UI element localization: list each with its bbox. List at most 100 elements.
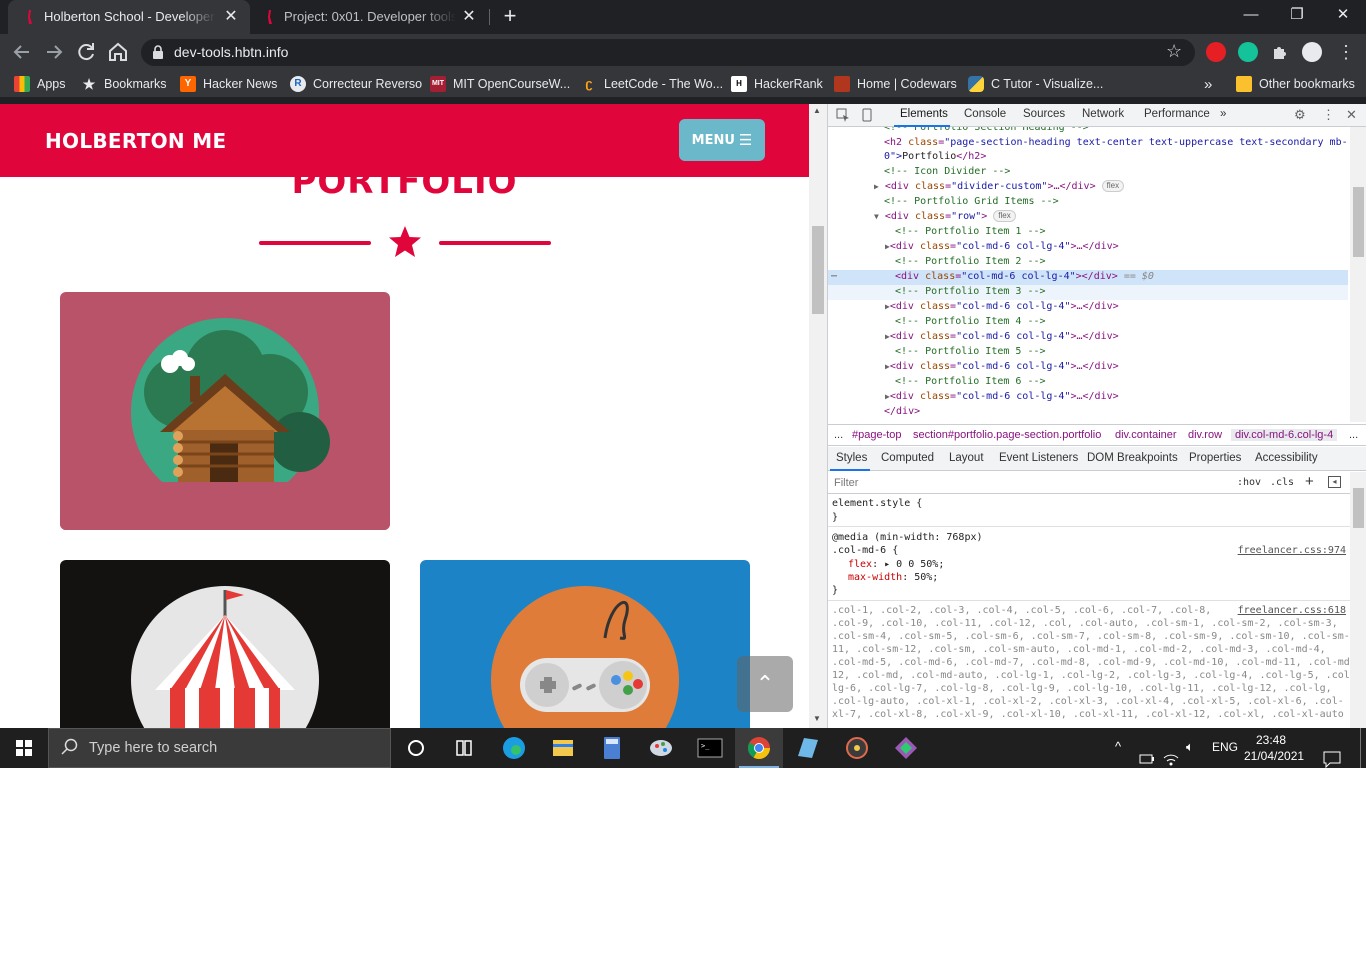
tab-console[interactable]: Console — [964, 108, 1006, 120]
device-toolbar-icon[interactable] — [860, 108, 874, 122]
profile-avatar[interactable] — [1302, 42, 1322, 62]
dom-node[interactable]: <!-- Portfolio Item 5 --> — [828, 345, 1348, 360]
stylesheet-link[interactable]: freelancer.css:974 — [1238, 544, 1346, 557]
address-bar[interactable] — [141, 39, 1195, 66]
styles-filter-input[interactable]: Filter — [834, 477, 858, 489]
portfolio-item-game-controller[interactable] — [420, 560, 750, 728]
tray-overflow-chevron-icon[interactable]: ^ — [1115, 739, 1121, 768]
toggle-sidebar-icon[interactable]: ◂ — [1328, 476, 1341, 488]
rule-selector-line[interactable]: .col-sm-4, .col-sm-5, .col-sm-6, .col-sm… — [832, 630, 1350, 643]
tab-computed[interactable]: Computed — [881, 452, 934, 464]
site-brand[interactable]: HOLBERTON ME — [45, 129, 226, 153]
inspect-element-icon[interactable] — [836, 108, 850, 122]
back-icon[interactable] — [10, 40, 34, 64]
tab-project-devtools[interactable]: Project: 0x01. Developer tools | Holbert… — [252, 0, 488, 34]
tab-sources[interactable]: Sources — [1023, 108, 1065, 120]
reload-icon[interactable] — [74, 40, 98, 64]
wifi-icon[interactable] — [1162, 739, 1180, 768]
dom-node[interactable]: ▶ <div class="divider-custom">…</div> fl… — [828, 180, 1348, 195]
hov-toggle[interactable]: :hov — [1237, 477, 1261, 488]
dom-node[interactable]: 0">Portfolio</h2> — [828, 150, 1348, 165]
collapse-triangle-icon[interactable]: ▼ — [874, 212, 879, 221]
bookmark-ctutor[interactable]: C Tutor - Visualize... — [968, 75, 1103, 93]
dom-node[interactable]: <h2 class="page-section-heading text-cen… — [828, 136, 1348, 151]
tab-event-listeners[interactable]: Event Listeners — [999, 452, 1078, 464]
git-icon[interactable] — [882, 728, 930, 768]
system-clock[interactable]: 23:48 21/04/2021 — [1244, 732, 1304, 764]
forward-icon[interactable] — [42, 40, 66, 64]
bookmark-hacker-news[interactable]: Y Hacker News — [180, 75, 277, 93]
rule-selector[interactable]: .col-md-6 { — [832, 544, 898, 557]
new-tab-button[interactable]: + — [498, 5, 522, 29]
portfolio-item-circus[interactable] — [60, 560, 390, 728]
style-property[interactable]: max-width: 50%; — [848, 571, 938, 584]
tab-close-icon[interactable]: ✕ — [460, 8, 478, 26]
bookmark-mit-ocw[interactable]: MIT MIT OpenCourseW... — [430, 75, 570, 93]
style-property[interactable]: flex: ▸ 0 0 50%; — [848, 558, 944, 571]
rule-selector-line[interactable]: .col-9, .col-10, .col-11, .col-12, .col,… — [832, 617, 1338, 630]
tab-close-icon[interactable]: ✕ — [222, 8, 240, 26]
dom-node[interactable]: ▶<div class="col-md-6 col-lg-4">…</div> — [828, 240, 1348, 255]
other-bookmarks-folder[interactable]: Other bookmarks — [1236, 75, 1355, 93]
breadcrumb-item[interactable]: div.container — [1115, 429, 1177, 441]
home-icon[interactable] — [106, 40, 130, 64]
tab-layout[interactable]: Layout — [949, 452, 984, 464]
extensions-puzzle-icon[interactable] — [1270, 42, 1290, 62]
dom-tree-scrollbar-thumb[interactable] — [1353, 187, 1364, 257]
dom-node[interactable]: ▶<div class="col-md-6 col-lg-4">…</div> — [828, 390, 1348, 405]
settings-gear-icon[interactable]: ⚙ — [1294, 107, 1306, 123]
maximize-button[interactable]: ❐ — [1274, 0, 1320, 30]
dom-node[interactable]: <!-- Portfolio Item 6 --> — [828, 375, 1348, 390]
dom-node[interactable]: <!-- Portfolio Item 2 --> — [828, 255, 1348, 270]
cortana-icon[interactable] — [392, 728, 440, 768]
dom-node[interactable]: <!-- Icon Divider --> — [828, 165, 1348, 180]
dom-node[interactable]: ▼ <div class="row"> flex — [828, 210, 1348, 225]
dom-tree-scrollbar[interactable] — [1350, 127, 1366, 422]
tab-elements[interactable]: Elements — [900, 108, 948, 120]
bookmark-bookmarks[interactable]: ★ Bookmarks — [81, 75, 167, 93]
cls-toggle[interactable]: .cls — [1270, 477, 1294, 488]
styles-scrollbar[interactable] — [1350, 472, 1366, 728]
calculator-icon[interactable] — [588, 728, 636, 768]
rule-selector-line[interactable]: .col-md-5, .col-md-6, .col-md-7, .col-md… — [832, 656, 1350, 669]
media-player-icon[interactable] — [833, 728, 881, 768]
dom-node[interactable]: ▶<div class="col-md-6 col-lg-4">…</div> — [828, 330, 1348, 345]
bookmark-apps[interactable]: Apps — [14, 75, 66, 93]
dom-node[interactable]: <!-- Portfolio Item 3 --> — [828, 285, 1348, 300]
breadcrumb-item[interactable]: #page-top — [852, 429, 902, 441]
scroll-up-arrow-icon[interactable]: ▲ — [813, 106, 821, 115]
scroll-down-arrow-icon[interactable]: ▼ — [813, 714, 821, 723]
stylesheet-link[interactable]: freelancer.css:618 — [1238, 604, 1346, 617]
more-tabs-icon[interactable]: » — [1220, 108, 1226, 120]
tab-styles[interactable]: Styles — [836, 452, 867, 464]
close-devtools-icon[interactable]: ✕ — [1346, 107, 1357, 123]
portfolio-item-cabin[interactable] — [60, 292, 390, 530]
extension-grammarly-icon[interactable] — [1238, 42, 1258, 62]
notifications-icon[interactable] — [1322, 739, 1342, 768]
bookmark-codewars[interactable]: Home | Codewars — [834, 75, 957, 93]
extension-adblock-icon[interactable] — [1206, 42, 1226, 62]
page-scrollbar-thumb[interactable] — [812, 226, 824, 314]
rule-selector-line[interactable]: .col-1, .col-2, .col-3, .col-4, .col-5, … — [832, 604, 1211, 617]
rule-selector-line[interactable]: 12, .col-md, .col-md-auto, .col-lg-1, .c… — [832, 669, 1350, 682]
node-actions-ellipsis[interactable]: ⋯ — [831, 270, 837, 285]
tab-holberton-devtools[interactable]: Holberton School - Developer tools ✕ — [8, 0, 250, 34]
rule-selector-line[interactable]: xl-7, .col-xl-8, .col-xl-9, .col-xl-10, … — [832, 708, 1350, 721]
close-window-button[interactable]: ✕ — [1320, 0, 1366, 30]
flex-badge[interactable]: flex — [1101, 180, 1125, 192]
dom-node[interactable]: ▶<div class="col-md-6 col-lg-4">…</div> — [828, 300, 1348, 315]
tab-dom-breakpoints[interactable]: DOM Breakpoints — [1087, 452, 1178, 464]
dom-node-selected[interactable]: ⋯ <div class="col-md-6 col-lg-4"></div> =… — [828, 270, 1348, 285]
rule-selector-line[interactable]: 11, .col-sm-12, .col-sm, .col-sm-auto, .… — [832, 643, 1326, 656]
breadcrumb-overflow[interactable]: ... — [1349, 429, 1358, 441]
flex-badge[interactable]: flex — [993, 210, 1016, 222]
tab-properties[interactable]: Properties — [1189, 452, 1241, 464]
file-explorer-icon[interactable] — [539, 728, 587, 768]
styles-scrollbar-thumb[interactable] — [1353, 488, 1364, 528]
tab-performance[interactable]: Performance — [1144, 108, 1210, 120]
bookmark-star-icon[interactable]: ☆ — [1166, 41, 1182, 62]
menu-button[interactable]: MENU ☰ — [679, 119, 765, 161]
battery-icon[interactable] — [1138, 739, 1156, 768]
scroll-to-top-button[interactable]: ⌃ — [737, 656, 793, 712]
breadcrumb-item[interactable]: section#portfolio.page-section.portfolio — [913, 429, 1101, 441]
